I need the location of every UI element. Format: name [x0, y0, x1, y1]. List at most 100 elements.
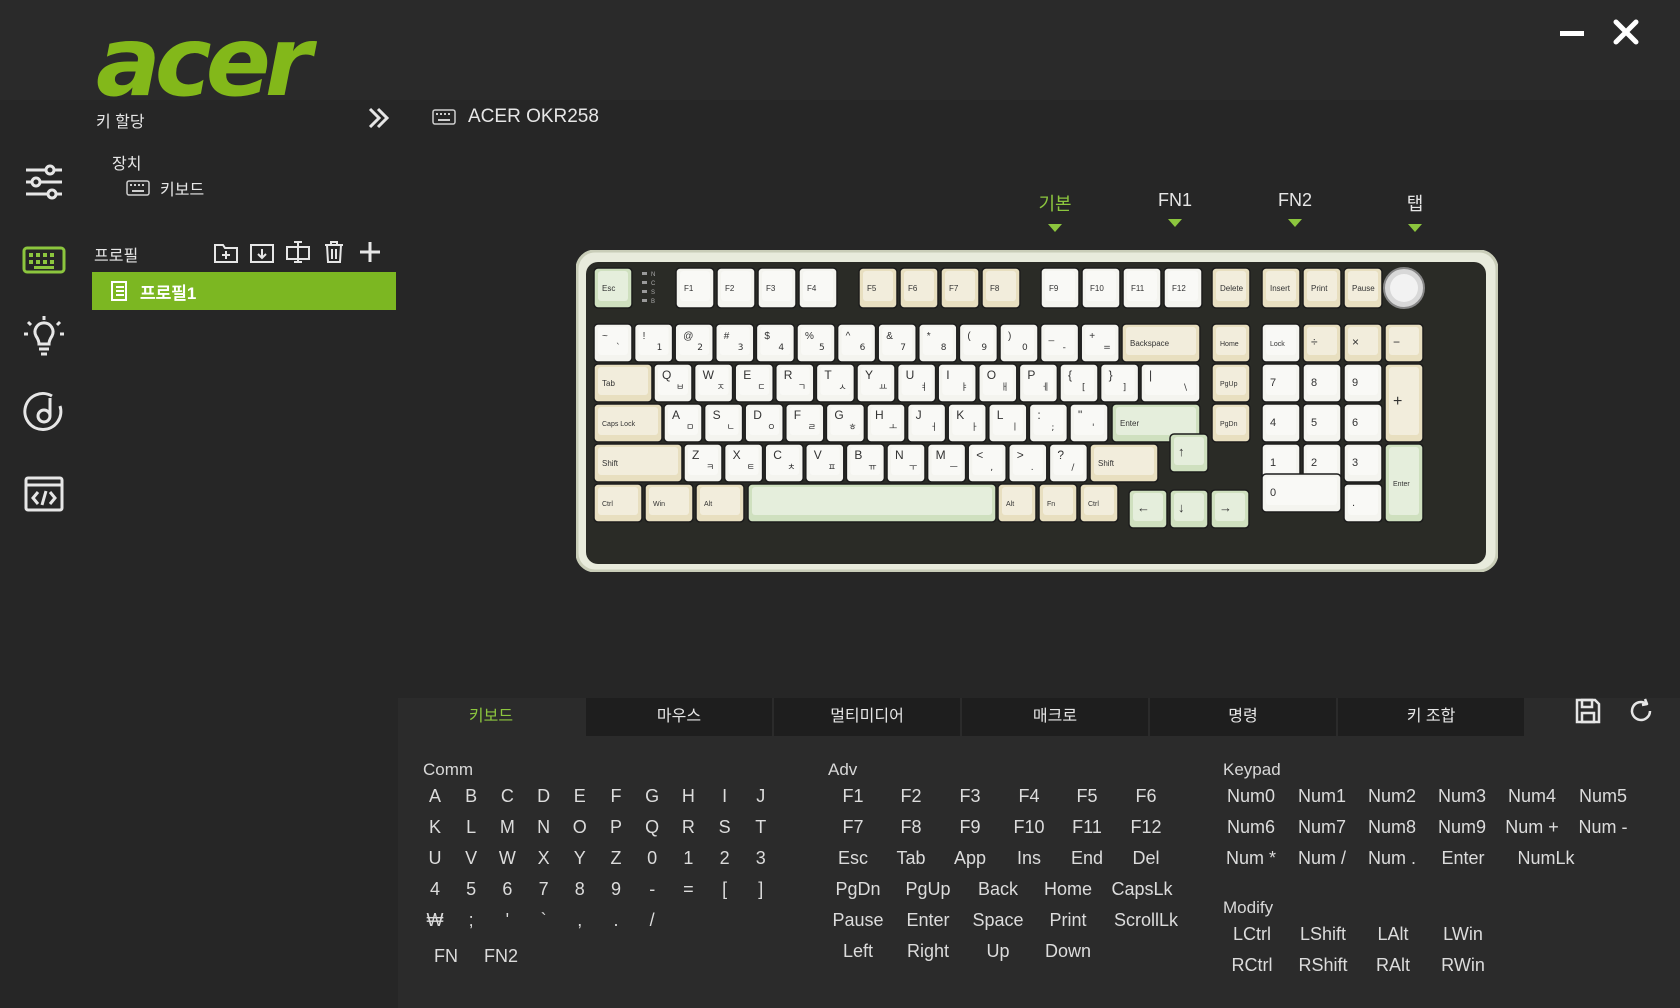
- keyboard-key[interactable]: Insert: [1261, 267, 1301, 309]
- keyboard-key[interactable]: PgUp: [1211, 363, 1251, 403]
- tab-keyboard[interactable]: 키보드: [398, 698, 584, 736]
- keyboard-key[interactable]: Fㄹ: [785, 403, 825, 443]
- double-chevron-right-icon[interactable]: [364, 104, 392, 132]
- keyboard-key[interactable]: *8: [918, 323, 958, 363]
- keyboard-key[interactable]: Rㄱ: [775, 363, 815, 403]
- key-option[interactable]: RWin: [1423, 955, 1503, 976]
- keyboard-key[interactable]: F2: [716, 267, 756, 309]
- lighting-icon[interactable]: [22, 314, 66, 358]
- key-option[interactable]: Num5: [1563, 786, 1643, 807]
- save-icon[interactable]: [1573, 696, 1603, 726]
- key-option[interactable]: NumLk: [1506, 848, 1586, 869]
- keyboard-key[interactable]: :;: [1028, 403, 1069, 443]
- layer-tab-fn1[interactable]: FN1: [1135, 190, 1215, 227]
- code-window-icon[interactable]: [22, 472, 66, 516]
- minimize-icon[interactable]: [1554, 14, 1590, 50]
- keyboard-key[interactable]: Dㅇ: [744, 403, 784, 443]
- key-option[interactable]: T: [721, 817, 801, 838]
- keyboard-key[interactable]: ?/: [1048, 443, 1089, 483]
- key-option[interactable]: Num3: [1422, 786, 1502, 807]
- keyboard-key[interactable]: Delete: [1211, 267, 1251, 309]
- keyboard-key[interactable]: Wㅈ: [693, 363, 734, 403]
- keyboard-key[interactable]: <,: [967, 443, 1007, 483]
- key-option[interactable]: ]: [721, 879, 801, 900]
- keyboard-key[interactable]: 5: [1302, 403, 1342, 443]
- key-option[interactable]: Num0: [1211, 786, 1291, 807]
- key-option[interactable]: Print: [1028, 910, 1108, 931]
- keyboard-key[interactable]: Aㅁ: [663, 403, 703, 443]
- key-option[interactable]: Pause: [818, 910, 898, 931]
- keyboard-key[interactable]: &7: [877, 323, 917, 363]
- keyboard-key[interactable]: Gㅎ: [825, 403, 866, 443]
- keyboard-icon[interactable]: [22, 238, 66, 282]
- key-option[interactable]: RCtrl: [1212, 955, 1292, 976]
- key-option[interactable]: /: [612, 910, 692, 931]
- keyboard-key[interactable]: @2: [674, 323, 714, 363]
- keyboard-key[interactable]: !1: [633, 323, 674, 363]
- keyboard-key[interactable]: Sㄴ: [703, 403, 744, 443]
- keyboard-key[interactable]: F1: [675, 267, 715, 309]
- keyboard-key[interactable]: Nㅜ: [886, 443, 926, 483]
- keyboard-key[interactable]: Bㅠ: [845, 443, 886, 483]
- key-option[interactable]: J: [721, 786, 801, 807]
- key-option[interactable]: Left: [818, 941, 898, 962]
- keyboard-key[interactable]: .: [1343, 483, 1383, 523]
- keyboard-key[interactable]: Yㅛ: [856, 363, 896, 403]
- export-icon[interactable]: [284, 238, 312, 266]
- key-option[interactable]: RAlt: [1353, 955, 1433, 976]
- key-option[interactable]: Num6: [1211, 817, 1291, 838]
- profile-item-1[interactable]: 프로필1: [92, 272, 396, 310]
- keyboard-key[interactable]: Kㅏ: [947, 403, 987, 443]
- keyboard-key[interactable]: ×: [1343, 323, 1383, 363]
- key-option[interactable]: Num9: [1422, 817, 1502, 838]
- key-option[interactable]: Enter: [888, 910, 968, 931]
- keyboard-key[interactable]: (9: [958, 323, 999, 363]
- key-option[interactable]: Back: [958, 879, 1038, 900]
- keyboard-key[interactable]: ÷: [1302, 323, 1342, 363]
- keyboard-key[interactable]: Oㅐ: [978, 363, 1018, 403]
- keyboard-key[interactable]: Xㅌ: [723, 443, 764, 483]
- tab-multimedia[interactable]: 멀티미디어: [774, 698, 960, 736]
- key-option[interactable]: Enter: [1423, 848, 1503, 869]
- keyboard-key[interactable]: Jㅓ: [906, 403, 947, 443]
- import-icon[interactable]: [248, 238, 276, 266]
- keyboard-key[interactable]: #3: [715, 323, 755, 363]
- tab-command[interactable]: 명령: [1150, 698, 1336, 736]
- keyboard-key[interactable]: F8: [981, 267, 1021, 309]
- keyboard-key[interactable]: F4: [798, 267, 838, 309]
- keyboard-key[interactable]: +=: [1080, 323, 1120, 363]
- key-option[interactable]: Num1: [1282, 786, 1362, 807]
- key-option[interactable]: LShift: [1283, 924, 1363, 945]
- key-option[interactable]: 3: [721, 848, 801, 869]
- keyboard-key[interactable]: Pause: [1343, 267, 1383, 309]
- keyboard-key[interactable]: F11: [1122, 267, 1162, 309]
- keyboard-key[interactable]: Caps Lock: [593, 403, 663, 443]
- keyboard-key[interactable]: F7: [940, 267, 980, 309]
- keyboard-key[interactable]: 0: [1261, 473, 1342, 513]
- keyboard-key[interactable]: ↑: [1169, 433, 1209, 473]
- refresh-icon[interactable]: [1626, 696, 1656, 726]
- keyboard-key[interactable]: PgDn: [1211, 403, 1251, 443]
- sliders-icon[interactable]: [22, 160, 66, 204]
- music-disc-icon[interactable]: [22, 390, 66, 434]
- keyboard-key[interactable]: F9: [1040, 267, 1080, 309]
- layer-tab-tap[interactable]: 탭: [1375, 190, 1455, 232]
- keyboard-key[interactable]: 4: [1261, 403, 1301, 443]
- keyboard-key[interactable]: Eㄷ: [734, 363, 774, 403]
- keyboard-key[interactable]: ←: [1128, 489, 1168, 529]
- keyboard-key[interactable]: Enter: [1384, 443, 1424, 523]
- keyboard-key[interactable]: %5: [796, 323, 836, 363]
- key-option[interactable]: Home: [1028, 879, 1108, 900]
- keyboard-key[interactable]: )0: [999, 323, 1039, 363]
- keyboard-key[interactable]: Fn: [1038, 483, 1078, 523]
- keyboard-key[interactable]: Vㅍ: [805, 443, 845, 483]
- keyboard-key[interactable]: 6: [1343, 403, 1383, 443]
- keyboard-key[interactable]: {[: [1059, 363, 1099, 403]
- add-folder-icon[interactable]: [212, 238, 240, 266]
- key-option[interactable]: Num /: [1282, 848, 1362, 869]
- keyboard-key[interactable]: Zㅋ: [683, 443, 723, 483]
- key-option[interactable]: CapsLk: [1102, 879, 1182, 900]
- key-option[interactable]: Num +: [1492, 817, 1572, 838]
- tab-macro[interactable]: 매크로: [962, 698, 1148, 736]
- keyboard-key[interactable]: Hㅗ: [866, 403, 906, 443]
